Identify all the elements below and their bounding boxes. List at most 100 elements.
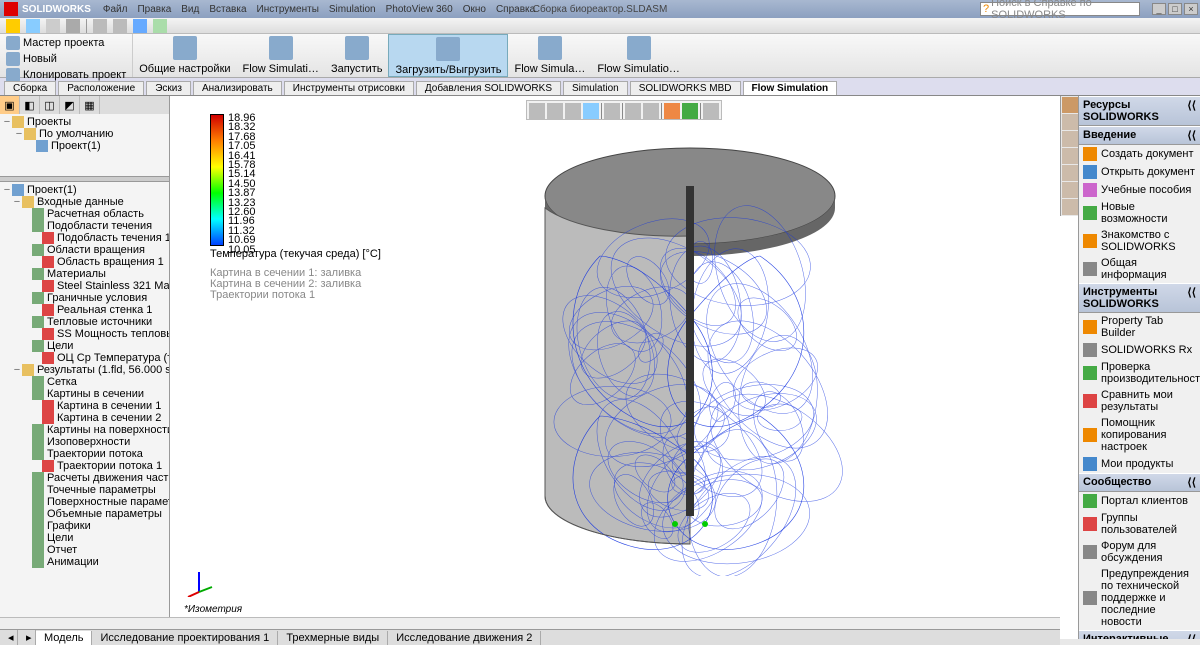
tree-item[interactable]: Картина в сечении 1 <box>2 400 167 412</box>
cmdtab-8[interactable]: Flow Simulation <box>743 81 838 95</box>
ribbon--[interactable]: Мастер проекта <box>2 35 130 51</box>
panel-link[interactable]: Проверка производительности <box>1079 359 1200 387</box>
menu-вид[interactable]: Вид <box>181 4 199 15</box>
menu-simulation[interactable]: Simulation <box>329 4 376 15</box>
design-library-tab-icon[interactable] <box>1062 114 1078 130</box>
tree-item[interactable]: ОЦ Ср Температура (твердое те <box>2 352 167 364</box>
appearances-tab-icon[interactable] <box>1062 165 1078 181</box>
tab-scroll-left[interactable]: ◂ <box>0 630 18 645</box>
maximize-button[interactable]: □ <box>1168 3 1182 15</box>
cmdtab-5[interactable]: Добавления SOLIDWORKS <box>416 81 561 95</box>
panel-link[interactable]: SOLIDWORKS Rx <box>1079 341 1200 359</box>
tree-item[interactable]: Область вращения 1 <box>2 256 167 268</box>
tree-item[interactable]: Точечные параметры <box>2 484 167 496</box>
panel-link[interactable]: Создать документ <box>1079 145 1200 163</box>
graphics-viewport[interactable]: 18.9618.3217.6817.0516.4115.7815.1414.50… <box>170 96 1078 639</box>
ribbon-flow-simulatio-[interactable]: Flow Simulatio… <box>591 34 686 77</box>
bottom-tab-2[interactable]: Трехмерные виды <box>278 631 388 645</box>
tree-item[interactable]: Изоповерхности <box>2 436 167 448</box>
panel-link[interactable]: Открыть документ <box>1079 163 1200 181</box>
tree-item[interactable]: Steel Stainless 321 Материал 1 <box>2 280 167 292</box>
close-button[interactable]: × <box>1184 3 1198 15</box>
panel-header[interactable]: Сообщество⟨⟨ <box>1079 473 1200 492</box>
tree-projects-root[interactable]: −Проекты <box>2 116 167 128</box>
menu-инструменты[interactable]: Инструменты <box>257 4 319 15</box>
custom-props-tab-icon[interactable] <box>1062 182 1078 198</box>
bottom-tab-0[interactable]: Модель <box>36 631 92 645</box>
ribbon--[interactable]: Запустить <box>325 34 389 77</box>
cmdtab-0[interactable]: Сборка <box>4 81 56 95</box>
tree-item[interactable]: Графики <box>2 520 167 532</box>
dim-manager-tab-icon[interactable]: ◩ <box>60 96 80 114</box>
panel-link[interactable]: Помощник копирования настроек <box>1079 415 1200 455</box>
cmdtab-3[interactable]: Анализировать <box>193 81 282 95</box>
panel-link[interactable]: Общая информация <box>1079 255 1200 283</box>
bottom-tab-1[interactable]: Исследование проектирования 1 <box>92 631 278 645</box>
tree-item[interactable]: Реальная стенка 1 <box>2 304 167 316</box>
tree-item[interactable]: Поверхностные параметры <box>2 496 167 508</box>
save-icon[interactable] <box>46 19 60 33</box>
cmdtab-7[interactable]: SOLIDWORKS MBD <box>630 81 741 95</box>
cmdtab-6[interactable]: Simulation <box>563 81 628 95</box>
panel-link[interactable]: Знакомство с SOLIDWORKS <box>1079 227 1200 255</box>
forum-tab-icon[interactable] <box>1062 199 1078 215</box>
panel-link[interactable]: Мои продукты <box>1079 455 1200 473</box>
tree-item[interactable]: Области вращения <box>2 244 167 256</box>
ribbon--[interactable]: Загрузить/Выгрузить <box>388 34 508 77</box>
panel-link[interactable]: Предупреждения по технической поддержке … <box>1079 566 1200 630</box>
tree-item[interactable]: Сетка <box>2 376 167 388</box>
minimize-button[interactable]: _ <box>1152 3 1166 15</box>
tree-item[interactable]: Траектории потока <box>2 448 167 460</box>
tree-project-1[interactable]: Проект(1) <box>2 140 167 152</box>
panel-header[interactable]: Интерактивные ресурсы⟨⟨ <box>1079 630 1200 639</box>
panel-header[interactable]: Введение⟨⟨ <box>1079 126 1200 145</box>
tree-item[interactable]: Анимации <box>2 556 167 568</box>
config-manager-tab-icon[interactable]: ◫ <box>40 96 60 114</box>
open-icon[interactable] <box>26 19 40 33</box>
panel-link[interactable]: Новые возможности <box>1079 199 1200 227</box>
options-icon[interactable] <box>153 19 167 33</box>
feature-tree-tab-icon[interactable]: ▣ <box>0 96 20 114</box>
menu-файл[interactable]: Файл <box>103 4 128 15</box>
tree-item[interactable]: Подобласти течения <box>2 220 167 232</box>
panel-link[interactable]: Property Tab Builder <box>1079 313 1200 341</box>
tree-item[interactable]: Расчетная область <box>2 208 167 220</box>
cmdtab-4[interactable]: Инструменты отрисовки <box>284 81 414 95</box>
tree-item[interactable]: Цели <box>2 532 167 544</box>
tree-item[interactable]: Отчет <box>2 544 167 556</box>
tree-item[interactable]: −Результаты (1.fld, 56.000 s) <box>2 364 167 376</box>
tree-item[interactable]: −Входные данные <box>2 196 167 208</box>
help-search-input[interactable]: ? Поиск в Справке по SOLIDWORKS <box>980 2 1140 16</box>
menu-справка[interactable]: Справка <box>496 4 535 15</box>
tree-item[interactable]: SS Мощность тепловыделения <box>2 328 167 340</box>
menu-правка[interactable]: Правка <box>137 4 171 15</box>
file-explorer-tab-icon[interactable] <box>1062 131 1078 147</box>
resources-tab-icon[interactable] <box>1062 97 1078 113</box>
tree-item[interactable]: Картины на поверхности <box>2 424 167 436</box>
menu-photoview 360[interactable]: PhotoView 360 <box>386 4 453 15</box>
property-manager-tab-icon[interactable]: ◧ <box>20 96 40 114</box>
tree-item[interactable]: Траектории потока 1 <box>2 460 167 472</box>
panel-link[interactable]: Группы пользователей <box>1079 510 1200 538</box>
tree-item[interactable]: Расчеты движения частиц <box>2 472 167 484</box>
tree-item[interactable]: Граничные условия <box>2 292 167 304</box>
ribbon--[interactable]: Общие настройки <box>133 34 236 77</box>
tree-item[interactable]: Тепловые источники <box>2 316 167 328</box>
rebuild-icon[interactable] <box>133 19 147 33</box>
panel-header[interactable]: Ресурсы SOLIDWORKS⟨⟨ <box>1079 96 1200 126</box>
tree-item[interactable]: Объемные параметры <box>2 508 167 520</box>
ribbon-flow-simula-[interactable]: Flow Simula… <box>508 34 591 77</box>
panel-link[interactable]: Форум для обсуждения <box>1079 538 1200 566</box>
tree-item[interactable]: Цели <box>2 340 167 352</box>
panel-link[interactable]: Сравнить мои результаты <box>1079 387 1200 415</box>
tree-item[interactable]: Подобласть течения 1 <box>2 232 167 244</box>
cmdtab-2[interactable]: Эскиз <box>146 81 191 95</box>
ribbon--[interactable]: Новый <box>2 51 130 67</box>
tree-item[interactable]: Картина в сечении 2 <box>2 412 167 424</box>
panel-link[interactable]: Учебные пособия <box>1079 181 1200 199</box>
new-icon[interactable] <box>6 19 20 33</box>
horizontal-scrollbar[interactable] <box>0 617 1060 629</box>
orientation-triad[interactable] <box>184 567 214 597</box>
tree-item[interactable]: −Проект(1) <box>2 184 167 196</box>
tree-item[interactable]: Материалы <box>2 268 167 280</box>
